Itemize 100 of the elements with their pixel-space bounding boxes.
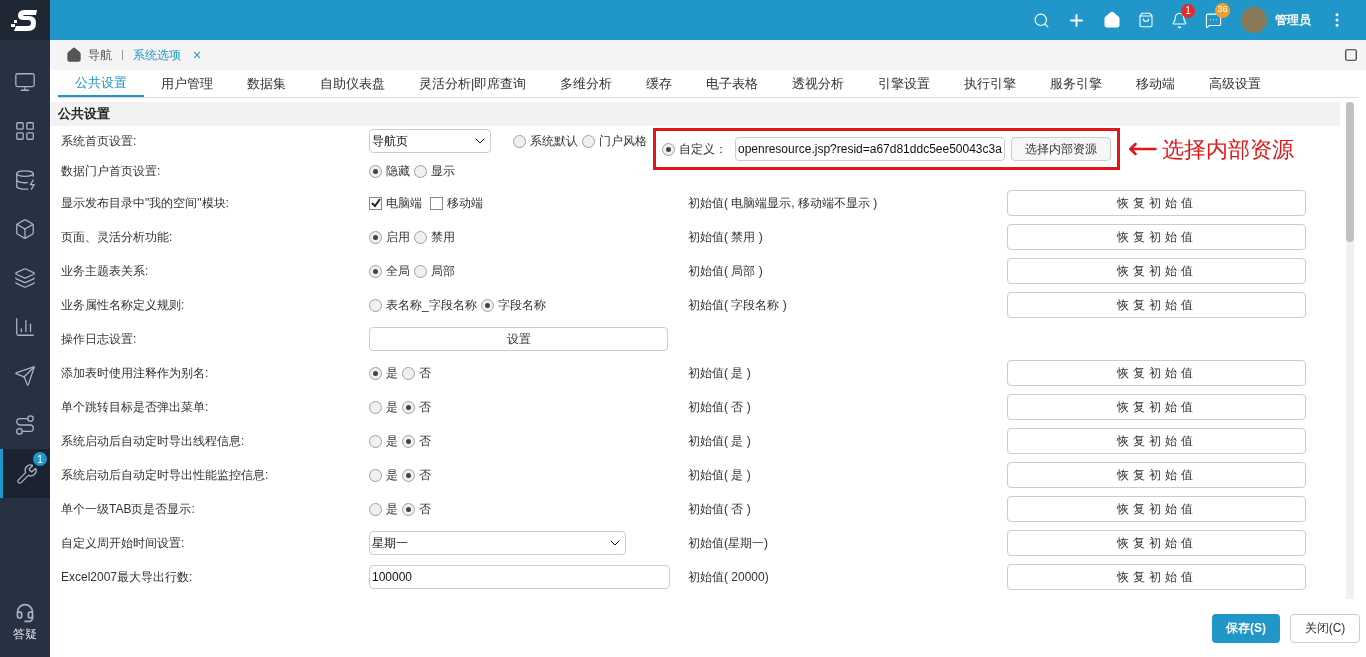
radio-button[interactable] bbox=[369, 434, 382, 448]
maximize-icon[interactable] bbox=[1344, 48, 1358, 62]
dropdown[interactable]: 星期一 bbox=[369, 531, 626, 555]
radio-button[interactable] bbox=[369, 400, 382, 414]
radio-option[interactable]: 表名称_字段名称 bbox=[369, 296, 477, 314]
radio-option[interactable]: 全局 bbox=[369, 262, 410, 280]
radio-option[interactable]: 显示 bbox=[414, 162, 455, 180]
initial-value: 初始值( 禁用 ) bbox=[688, 229, 764, 246]
initial-value: 初始值( 字段名称 ) bbox=[688, 297, 788, 314]
bag-icon[interactable] bbox=[1138, 12, 1154, 28]
radio-button[interactable] bbox=[662, 142, 675, 156]
select-resource-button[interactable]: 选择内部资源 bbox=[1010, 137, 1111, 161]
tab[interactable]: 自助仪表盘 bbox=[303, 71, 402, 97]
restore-default-button[interactable]: 恢复初始值 bbox=[1007, 462, 1306, 488]
radio-button[interactable] bbox=[369, 502, 382, 516]
tab[interactable]: 缓存 bbox=[629, 71, 690, 97]
route-icon bbox=[14, 413, 36, 436]
setting-label: 系统启动后自动定时导出线程信息: bbox=[60, 433, 246, 450]
radio-button[interactable] bbox=[369, 164, 382, 178]
initial-value: 初始值( 是 ) bbox=[688, 467, 752, 484]
restore-default-button[interactable]: 恢复初始值 bbox=[1007, 360, 1306, 386]
restore-default-button[interactable]: 恢复初始值 bbox=[1007, 496, 1306, 522]
checkbox-option[interactable]: 移动端 bbox=[430, 194, 483, 212]
radio-option[interactable]: 否 bbox=[402, 398, 431, 416]
radio-button[interactable] bbox=[369, 366, 382, 380]
radio-button[interactable] bbox=[414, 264, 427, 278]
badge: 1 bbox=[33, 452, 47, 466]
radio-button[interactable] bbox=[369, 298, 382, 312]
radio-button[interactable] bbox=[402, 366, 415, 380]
radio-button[interactable] bbox=[414, 164, 427, 178]
checkbox[interactable] bbox=[369, 196, 382, 210]
radio-option[interactable]: 局部 bbox=[414, 262, 455, 280]
restore-default-button[interactable]: 恢复初始值 bbox=[1007, 224, 1306, 250]
chat-icon[interactable] bbox=[1205, 11, 1222, 29]
tab[interactable]: 用户管理 bbox=[144, 71, 230, 97]
radio-option[interactable]: 否 bbox=[402, 500, 431, 518]
radio-option[interactable]: 自定义： bbox=[662, 140, 727, 158]
radio-option[interactable]: 字段名称 bbox=[480, 296, 546, 314]
tab[interactable]: 服务引擎 bbox=[1033, 71, 1120, 97]
logo-icon bbox=[0, 0, 50, 40]
radio-button[interactable] bbox=[480, 298, 494, 312]
tab[interactable]: 数据集 bbox=[230, 71, 303, 97]
breadcrumb-link[interactable]: 导航 bbox=[88, 46, 112, 64]
layers-icon bbox=[14, 266, 36, 289]
radio-option[interactable]: 隐藏 bbox=[369, 162, 410, 180]
close-button[interactable]: 关闭(C) bbox=[1290, 613, 1360, 643]
restore-default-button[interactable]: 恢复初始值 bbox=[1007, 428, 1306, 454]
radio-button[interactable] bbox=[402, 468, 415, 482]
radio-option[interactable]: 否 bbox=[402, 466, 431, 484]
settings-button[interactable]: 设置 bbox=[369, 327, 668, 351]
input-field[interactable]: 100000 bbox=[369, 565, 670, 589]
tab[interactable]: 高级设置 bbox=[1192, 71, 1279, 97]
url-field[interactable]: openresource.jsp?resid=a67d81ddc5ee50043c3a bbox=[735, 137, 1005, 161]
restore-default-button[interactable]: 恢复初始值 bbox=[1007, 564, 1306, 590]
tab[interactable]: 透视分析 bbox=[775, 71, 862, 97]
home-icon[interactable] bbox=[66, 47, 82, 63]
radio-option[interactable]: 系统默认 bbox=[513, 132, 578, 150]
restore-default-button[interactable]: 恢复初始值 bbox=[1007, 530, 1306, 556]
checkbox[interactable] bbox=[430, 196, 443, 210]
radio-option[interactable]: 是 bbox=[369, 500, 398, 518]
search-icon[interactable] bbox=[1033, 11, 1050, 29]
radio-button[interactable] bbox=[582, 134, 595, 148]
radio-button[interactable] bbox=[369, 264, 382, 278]
radio-button[interactable] bbox=[369, 468, 382, 482]
scrollbar[interactable] bbox=[1346, 102, 1354, 599]
dropdown[interactable]: 导航页 bbox=[369, 129, 491, 153]
radio-button[interactable] bbox=[369, 230, 382, 244]
restore-default-button[interactable]: 恢复初始值 bbox=[1007, 394, 1306, 420]
setting-label: 单个跳转目标是否弹出菜单: bbox=[60, 399, 210, 416]
radio-button[interactable] bbox=[402, 502, 415, 516]
help-label[interactable]: 答疑 bbox=[13, 625, 37, 643]
setting-label: 数据门户首页设置: bbox=[60, 163, 162, 180]
radio-button[interactable] bbox=[402, 434, 415, 448]
radio-option[interactable]: 是 bbox=[369, 466, 398, 484]
radio-option[interactable]: 启用 bbox=[369, 228, 410, 246]
paper-plane-icon bbox=[14, 364, 36, 387]
tab[interactable]: 执行引擎 bbox=[947, 71, 1034, 97]
radio-option[interactable]: 禁用 bbox=[414, 228, 455, 246]
tab[interactable]: 灵活分析|即席查询 bbox=[402, 71, 544, 97]
radio-button[interactable] bbox=[414, 230, 427, 244]
tab[interactable]: 引擎设置 bbox=[861, 71, 948, 97]
tab[interactable]: 公共设置 bbox=[58, 71, 144, 97]
restore-default-button[interactable]: 恢复初始值 bbox=[1007, 190, 1306, 216]
radio-option[interactable]: 是 bbox=[369, 364, 398, 382]
section-header: 公共设置 bbox=[50, 102, 1340, 126]
radio-option[interactable]: 门户风格 bbox=[582, 132, 647, 150]
radio-button[interactable] bbox=[402, 400, 415, 414]
bell-icon[interactable] bbox=[1171, 11, 1188, 29]
radio-option[interactable]: 是 bbox=[369, 398, 398, 416]
radio-option[interactable]: 是 bbox=[369, 432, 398, 450]
restore-default-button[interactable]: 恢复初始值 bbox=[1007, 292, 1306, 318]
tab[interactable]: 多维分析 bbox=[543, 71, 630, 97]
tab[interactable]: 移动端 bbox=[1119, 71, 1193, 97]
tab[interactable]: 电子表格 bbox=[689, 71, 776, 97]
checkbox-option[interactable]: 电脑端 bbox=[369, 194, 422, 212]
database-icon bbox=[14, 168, 36, 191]
radio-option[interactable]: 否 bbox=[402, 364, 431, 382]
radio-option[interactable]: 否 bbox=[402, 432, 431, 450]
restore-default-button[interactable]: 恢复初始值 bbox=[1007, 258, 1306, 284]
radio-button[interactable] bbox=[513, 134, 526, 148]
